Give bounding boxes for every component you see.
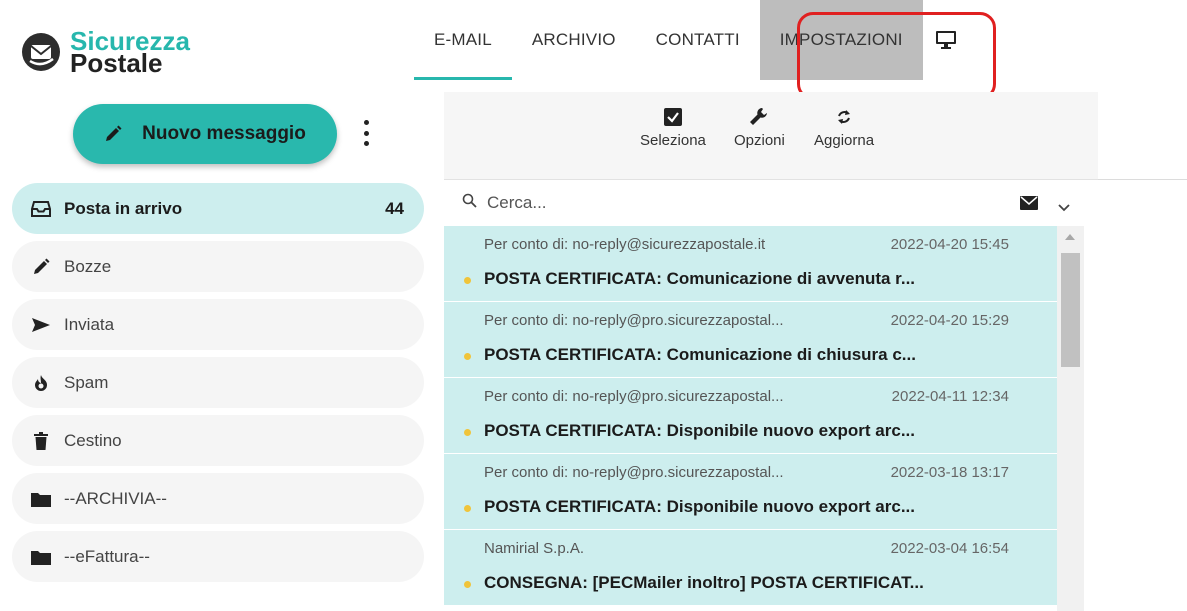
select-label: Seleziona [640,132,706,149]
new-message-button[interactable]: Nuovo messaggio [73,104,337,164]
message-row[interactable]: Per conto di: no-reply@pro.sicurezzapost… [444,454,1057,530]
nav-tab-archivio[interactable]: ARCHIVIO [512,0,636,80]
nav-tab-label: ARCHIVIO [531,30,616,49]
folder-label: Inviata [64,314,115,334]
more-options-icon[interactable] [358,117,374,149]
chevron-down-icon[interactable] [1058,197,1070,217]
brand-logo[interactable]: Sicurezza Postale [22,28,190,76]
refresh-button[interactable]: Aggiorna [814,102,874,149]
envelope-filter-icon[interactable] [1020,195,1038,215]
refresh-label: Aggiorna [814,132,875,149]
message-toolbar: Seleziona Opzioni Aggiorna [444,92,1098,180]
nav-tab-label: E-MAIL [434,30,492,49]
unread-dot [464,581,471,588]
pencil-icon [30,257,52,277]
message-row[interactable]: Namirial S.p.A. 2022-03-04 16:54 CONSEGN… [444,530,1057,606]
inbox-icon [30,199,52,219]
unread-dot [464,277,471,284]
message-date: 2022-04-20 15:45 [890,236,1009,253]
folder-label: --eFattura-- [64,546,150,566]
unread-count-badge: 44 [385,198,404,218]
nav-tab-email[interactable]: E-MAIL [414,0,512,80]
unread-dot [464,429,471,436]
checkbox-icon [663,102,682,132]
message-date: 2022-04-20 15:29 [890,312,1009,329]
unread-dot [464,353,471,360]
new-message-label: Nuovo messaggio [142,123,306,144]
message-subject: POSTA CERTIFICATA: Comunicazione di avve… [484,269,916,288]
search-bar[interactable]: Cerca... [444,180,1084,226]
brand-name: Sicurezza Postale [70,28,190,76]
message-sender: Per conto di: no-reply@sicurezzapostale.… [484,236,766,253]
main-nav: E-MAIL ARCHIVIO CONTATTI IMPOSTAZIONI [414,0,969,80]
message-row[interactable]: Per conto di: no-reply@pro.sicurezzapost… [444,378,1057,454]
pencil-icon [106,125,122,141]
folder-list: Posta in arrivo 44 Bozze Inviata Spam Ce… [12,183,424,589]
message-date: 2022-03-18 13:17 [890,464,1009,481]
message-subject: CONSEGNA: [PECMailer inoltro] POSTA CERT… [484,573,924,592]
options-label: Opzioni [734,132,785,149]
scroll-up-arrow-icon[interactable] [1065,234,1075,240]
nav-tab-label: IMPOSTAZIONI [779,30,903,49]
folder-bozze[interactable]: Bozze [12,241,424,292]
message-sender: Per conto di: no-reply@pro.sicurezzapost… [484,388,784,405]
unread-dot [464,505,471,512]
message-row[interactable]: Per conto di: no-reply@pro.sicurezzapost… [444,302,1057,378]
trash-icon [30,431,52,451]
folder-icon [30,547,52,567]
folder-label: Cestino [64,430,122,450]
folder-inviata[interactable]: Inviata [12,299,424,350]
wrench-icon [749,102,769,132]
folder-icon [30,489,52,509]
folder-label: Spam [64,372,109,392]
search-input[interactable]: Cerca... [487,193,547,213]
folder-label: Bozze [64,256,112,276]
message-sender: Namirial S.p.A. [484,540,585,557]
folder-archivia[interactable]: --ARCHIVIA-- [12,473,424,524]
folder-posta-in-arrivo[interactable]: Posta in arrivo 44 [12,183,424,234]
select-button[interactable]: Seleziona [640,102,706,149]
message-subject: POSTA CERTIFICATA: Disponibile nuovo exp… [484,421,916,440]
refresh-icon [836,102,852,132]
nav-tab-impostazioni[interactable]: IMPOSTAZIONI [759,0,923,80]
message-sender: Per conto di: no-reply@pro.sicurezzapost… [484,464,784,481]
scrollbar-thumb[interactable] [1061,253,1080,367]
folder-cestino[interactable]: Cestino [12,415,424,466]
envelope-logo-icon [22,33,60,71]
nav-tab-label: CONTATTI [655,30,740,49]
message-date: 2022-03-04 16:54 [890,540,1009,557]
message-row[interactable]: Per conto di: no-reply@sicurezzapostale.… [444,226,1057,302]
fire-icon [30,373,52,393]
folder-label: Posta in arrivo [64,198,183,218]
message-sender: Per conto di: no-reply@pro.sicurezzapost… [484,312,784,329]
monitor-icon[interactable] [923,0,969,80]
folder-label: --ARCHIVIA-- [64,488,167,508]
folder-spam[interactable]: Spam [12,357,424,408]
app-header: Sicurezza Postale E-MAIL ARCHIVIO CONTAT… [0,0,1187,92]
send-icon [30,315,52,335]
message-list-scrollbar[interactable] [1057,226,1084,611]
message-date: 2022-04-11 12:34 [891,388,1009,405]
folder-efattura[interactable]: --eFattura-- [12,531,424,582]
message-subject: POSTA CERTIFICATA: Comunicazione di chiu… [484,345,916,364]
nav-tab-contatti[interactable]: CONTATTI [636,0,760,80]
options-button[interactable]: Opzioni [734,102,785,149]
message-list: Per conto di: no-reply@sicurezzapostale.… [444,226,1057,611]
search-icon [462,193,477,213]
message-subject: POSTA CERTIFICATA: Disponibile nuovo exp… [484,497,916,516]
divider [1098,179,1187,180]
